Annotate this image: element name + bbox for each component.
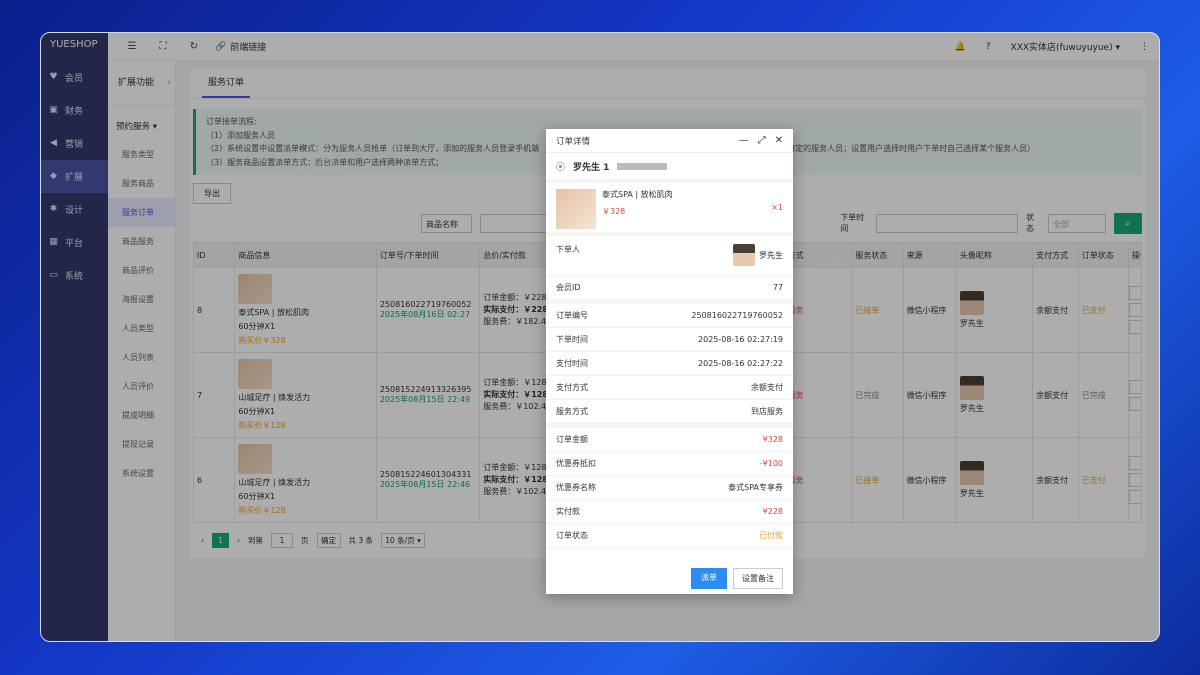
detail-value-text: 2025-08-16 02:27:19 bbox=[698, 335, 783, 344]
customer-name: 罗先生 1 bbox=[573, 162, 610, 173]
detail-label: 支付方式 bbox=[556, 383, 588, 392]
detail-value: 已付款 bbox=[759, 530, 783, 541]
detail-value: 2025-08-16 02:27:22 bbox=[698, 359, 783, 368]
detail-row: 下单时间 2025-08-16 02:27:19 bbox=[546, 328, 793, 352]
detail-row: 订单状态 已付款 bbox=[546, 524, 793, 548]
detail-value: 250816022719760052 bbox=[691, 311, 783, 320]
detail-value: ¥328 bbox=[763, 435, 783, 444]
admin-window: YUESHOP ♥ 会员 ▣ 财务 ◀ 营销 ◆ 扩展 ✱ 设计 ▦ 平台 ▭ 系统 ☰ ⛶ … bbox=[40, 32, 1160, 642]
detail-label: 实付款 bbox=[556, 507, 580, 516]
detail-label: 订单状态 bbox=[556, 531, 588, 540]
detail-value-text: 250816022719760052 bbox=[691, 311, 783, 320]
detail-value-text: 罗先生 bbox=[759, 250, 783, 260]
detail-value-text: ¥228 bbox=[762, 507, 783, 516]
detail-row: 优惠券名称 泰式SPA专享券 bbox=[546, 476, 793, 500]
detail-value: ¥228 bbox=[763, 507, 783, 516]
modal-header: 订单详情 — ⤢ ✕ bbox=[546, 129, 793, 153]
detail-row: 会员ID 77 bbox=[546, 276, 793, 300]
detail-label: 支付时间 bbox=[556, 359, 588, 368]
detail-value-text: -¥100 bbox=[759, 459, 783, 468]
detail-label: 优惠券抵扣 bbox=[556, 459, 596, 468]
detail-label: 服务方式 bbox=[556, 407, 588, 416]
order-detail-modal: 订单详情 — ⤢ ✕ ⦿ 罗先生 1 泰式SPA | 放松肌肉 ￥328 ×1 … bbox=[546, 129, 793, 594]
detail-value: 到店服务 bbox=[751, 406, 783, 417]
detail-label: 下单人 bbox=[556, 245, 580, 254]
minimize-icon[interactable]: — bbox=[739, 135, 749, 146]
detail-label: 优惠券名称 bbox=[556, 483, 596, 492]
detail-row: 下单人罗先生 bbox=[546, 236, 793, 276]
detail-value: -¥100 bbox=[760, 459, 783, 468]
product-price: ￥328 bbox=[602, 207, 626, 216]
detail-label: 会员ID bbox=[556, 283, 581, 292]
detail-value-text: 已付款 bbox=[759, 531, 783, 540]
detail-value-text: ¥328 bbox=[762, 435, 783, 444]
detail-row: 订单金额 ¥328 bbox=[546, 428, 793, 452]
close-icon[interactable]: ✕ bbox=[775, 135, 783, 146]
detail-value: 余额支付 bbox=[751, 382, 783, 393]
detail-row: 支付时间 2025-08-16 02:27:22 bbox=[546, 352, 793, 376]
location-pin-icon: ⦿ bbox=[556, 162, 566, 173]
detail-row: 支付方式 余额支付 bbox=[546, 376, 793, 400]
dispatch-button[interactable]: 派单 bbox=[691, 568, 727, 589]
detail-row: 订单编号 250816022719760052 bbox=[546, 304, 793, 328]
detail-value-text: 余额支付 bbox=[751, 383, 783, 392]
avatar bbox=[733, 244, 755, 266]
product-qty: ×1 bbox=[771, 203, 783, 212]
detail-value: 罗先生 bbox=[733, 244, 783, 266]
detail-label: 下单时间 bbox=[556, 335, 588, 344]
detail-value: 77 bbox=[773, 283, 783, 292]
detail-value-text: 2025-08-16 02:27:22 bbox=[698, 359, 783, 368]
detail-label: 订单编号 bbox=[556, 311, 588, 320]
detail-row: 服务方式 到店服务 bbox=[546, 400, 793, 424]
modal-title: 订单详情 bbox=[556, 136, 591, 147]
product-image bbox=[556, 189, 596, 229]
maximize-icon[interactable]: ⤢ bbox=[758, 135, 766, 146]
detail-value-text: 77 bbox=[772, 283, 783, 292]
detail-label: 订单金额 bbox=[556, 435, 588, 444]
set-remark-button[interactable]: 设置备注 bbox=[733, 568, 783, 589]
modal-footer: 派单 设置备注 bbox=[546, 568, 793, 589]
detail-value: 2025-08-16 02:27:19 bbox=[698, 335, 783, 344]
detail-value-text: 泰式SPA专享券 bbox=[728, 483, 783, 492]
detail-row: 优惠券抵扣 -¥100 bbox=[546, 452, 793, 476]
customer-row: ⦿ 罗先生 1 bbox=[546, 153, 793, 183]
masked-phone bbox=[617, 162, 668, 170]
product-name: 泰式SPA | 放松肌肉 bbox=[602, 190, 673, 199]
product-row: 泰式SPA | 放松肌肉 ￥328 ×1 bbox=[546, 183, 793, 236]
detail-value-text: 到店服务 bbox=[751, 407, 783, 416]
detail-row: 实付款 ¥228 bbox=[546, 500, 793, 524]
detail-value: 泰式SPA专享券 bbox=[728, 482, 783, 493]
